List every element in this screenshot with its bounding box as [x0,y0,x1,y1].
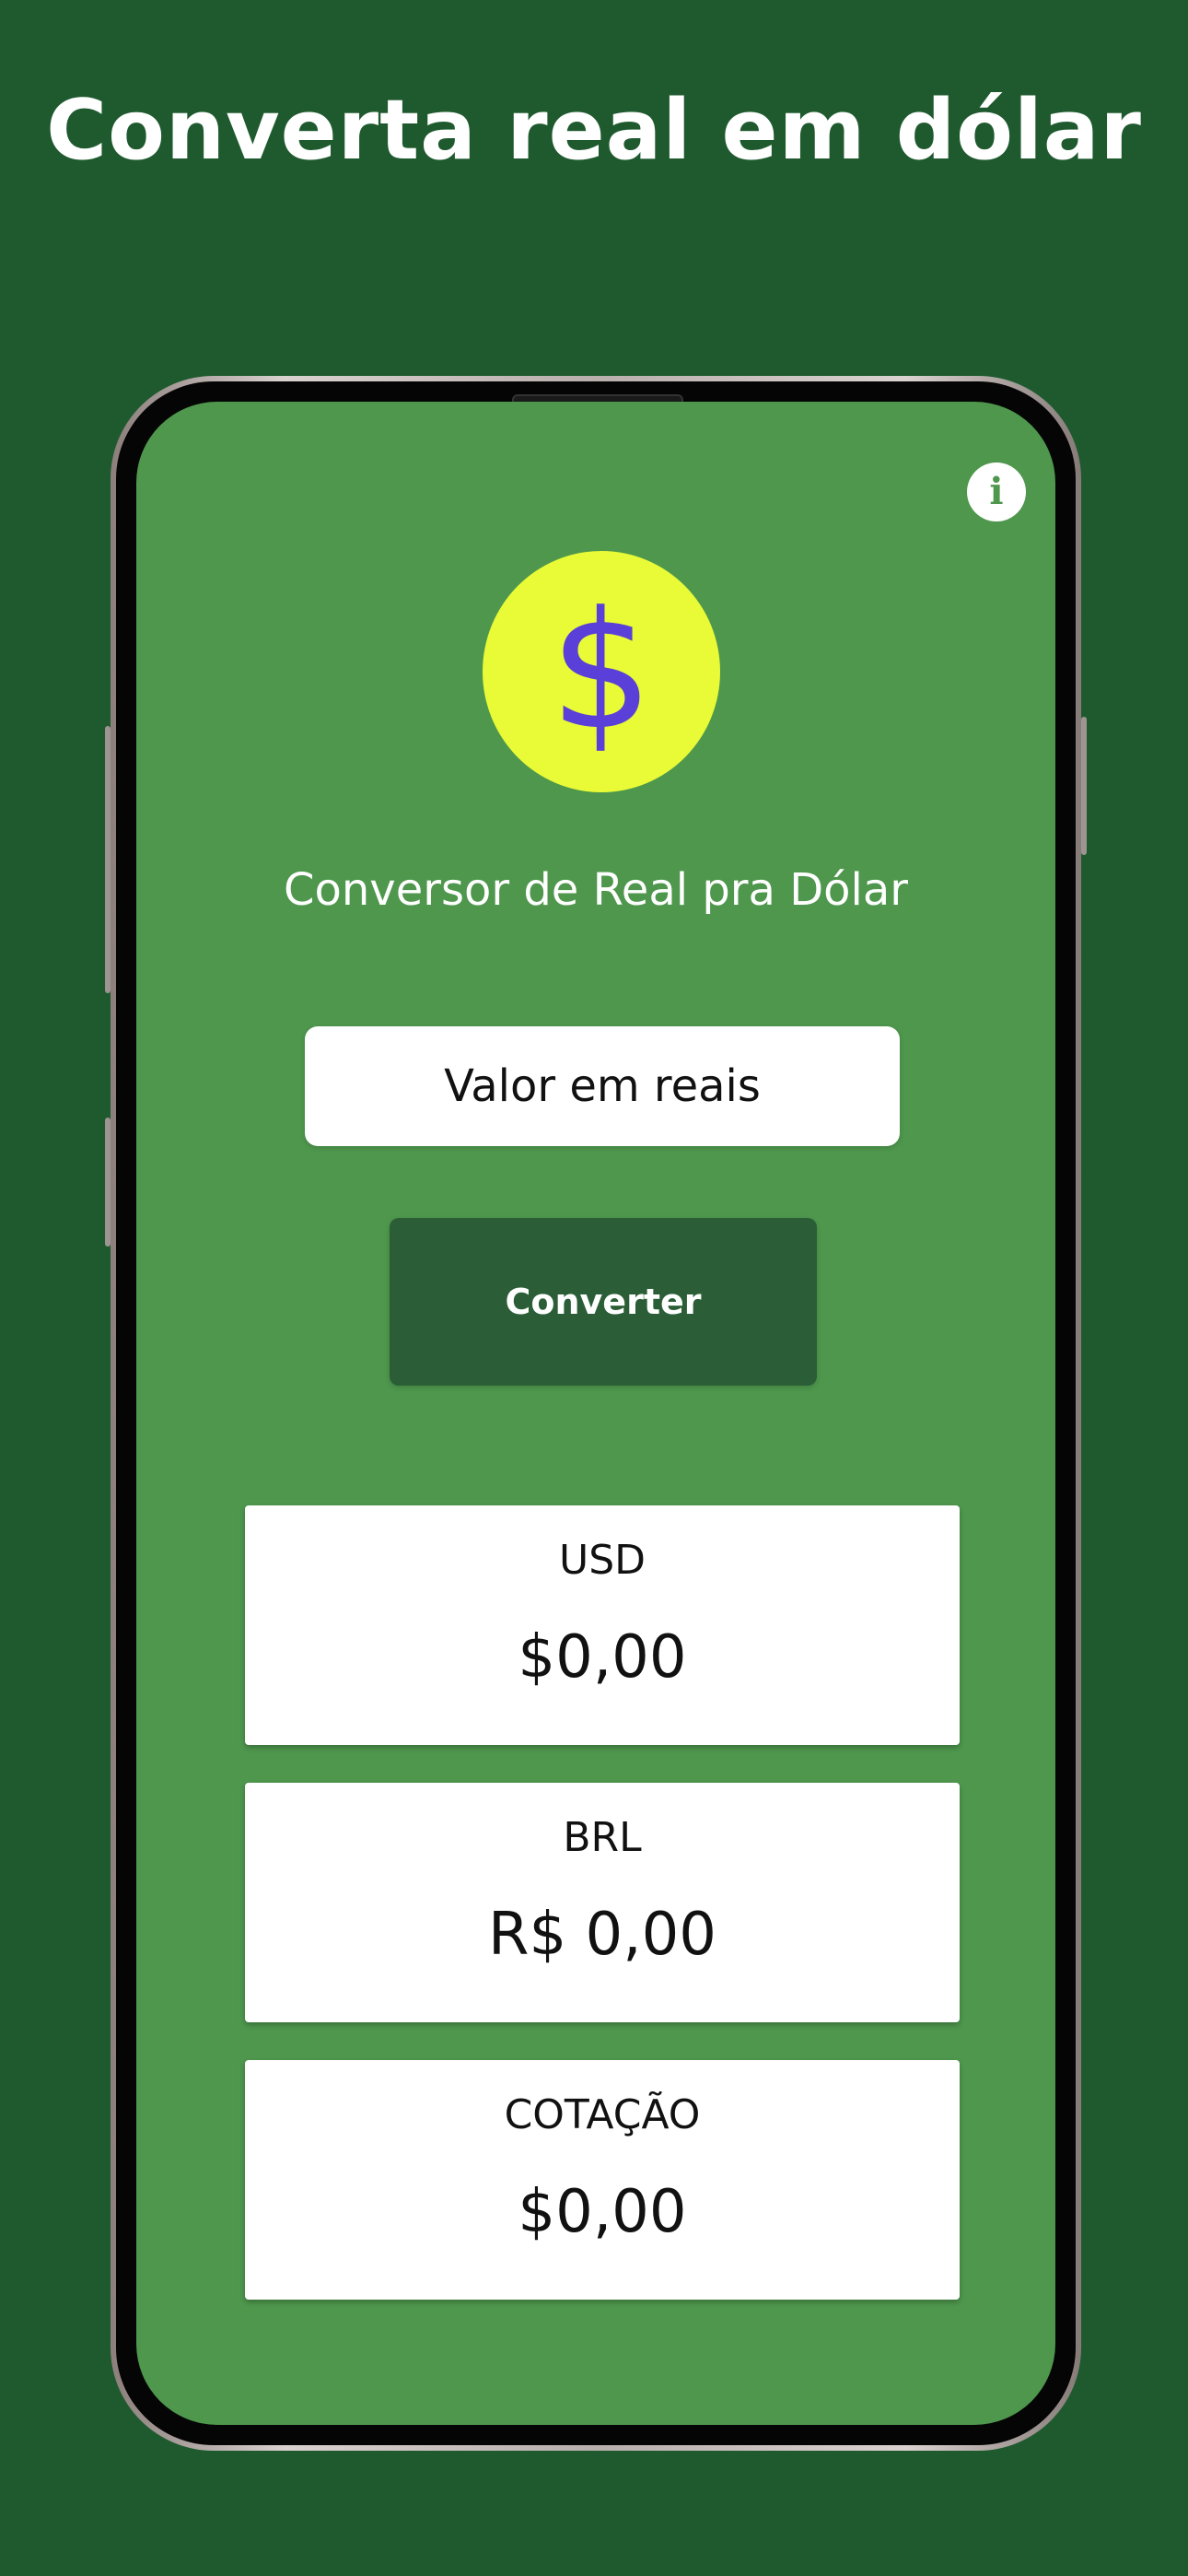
brl-label: BRL [563,1814,642,1861]
exchange-rate-label: COTAÇÃO [504,2091,701,2138]
marketing-headline: Converta real em dólar [46,82,1142,179]
usd-value: $0,00 [518,1623,687,1692]
dollar-logo-icon: $ [483,551,720,792]
info-icon[interactable]: i [967,463,1026,521]
brl-value: R$ 0,00 [487,1901,717,1969]
power-button [1081,717,1087,855]
phone-bezel: i $ Conversor de Real pra Dólar Converte… [116,381,1076,2445]
reais-value-input[interactable] [305,1026,900,1146]
volume-down-button [105,1118,111,1247]
convert-button[interactable]: Converter [390,1218,817,1386]
brl-result-card: BRL R$ 0,00 [245,1783,960,2022]
app-screen: i $ Conversor de Real pra Dólar Converte… [136,402,1055,2425]
usd-result-card: USD $0,00 [245,1505,960,1745]
phone-frame: i $ Conversor de Real pra Dólar Converte… [105,376,1087,2451]
exchange-rate-card: COTAÇÃO $0,00 [245,2060,960,2300]
volume-up-button [105,726,111,993]
usd-label: USD [558,1537,646,1584]
exchange-rate-value: $0,00 [518,2178,687,2246]
app-title: Conversor de Real pra Dólar [283,864,909,916]
